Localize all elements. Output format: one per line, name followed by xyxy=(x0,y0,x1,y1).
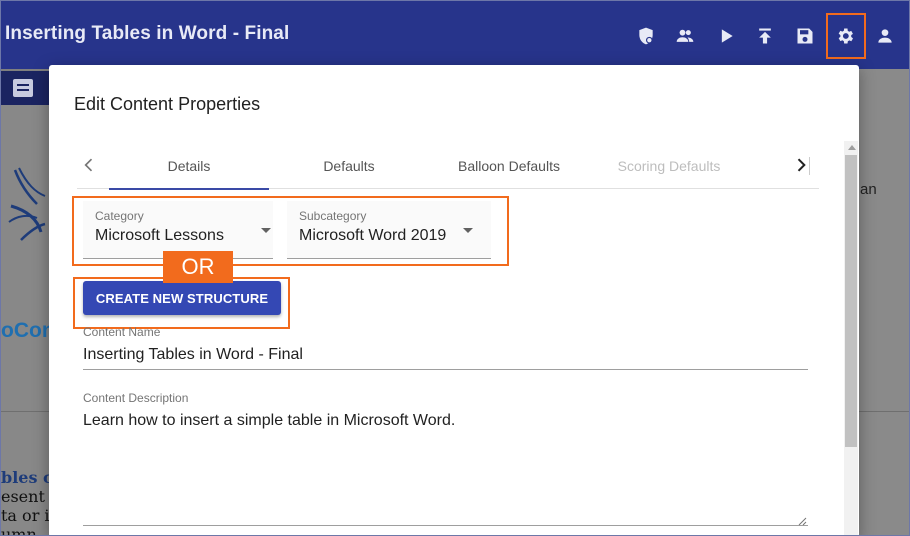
create-new-structure-button[interactable]: CREATE NEW STRUCTURE xyxy=(83,281,281,315)
app-title: Inserting Tables in Word - Final xyxy=(5,23,290,44)
scrollbar-thumb[interactable] xyxy=(845,155,857,447)
shield-lock-icon[interactable] xyxy=(635,25,657,47)
edit-content-properties-dialog: Edit Content Properties Details Defaults… xyxy=(49,65,859,535)
tab-scoring-defaults: Scoring Defaults xyxy=(617,158,721,174)
account-icon[interactable] xyxy=(874,25,896,47)
upload-icon[interactable] xyxy=(754,25,776,47)
tab-balloon-defaults[interactable]: Balloon Defaults xyxy=(429,143,589,189)
secondary-toolbar xyxy=(1,71,49,105)
users-icon[interactable] xyxy=(674,25,696,47)
document-icon[interactable] xyxy=(13,79,33,97)
settings-highlight-box xyxy=(826,13,866,59)
content-name-label: Content Name xyxy=(83,325,161,339)
content-description-textarea[interactable]: Learn how to insert a simple table in Mi… xyxy=(83,412,455,430)
content-description-label: Content Description xyxy=(83,391,189,405)
chevron-left-icon[interactable] xyxy=(77,153,101,177)
content-name-input[interactable]: Inserting Tables in Word - Final xyxy=(83,346,303,364)
tab-bar: Details Defaults Balloon Defaults Scorin… xyxy=(77,143,819,190)
or-badge: OR xyxy=(163,251,233,283)
scroll-up-arrow-icon[interactable] xyxy=(848,145,856,150)
company-logo xyxy=(7,166,47,256)
chevron-right-icon[interactable] xyxy=(789,153,813,177)
app-bar: Inserting Tables in Word - Final xyxy=(1,1,909,69)
app-window: Inserting Tables in Word - Final oCon bl… xyxy=(0,0,910,536)
tab-defaults[interactable]: Defaults xyxy=(269,143,429,189)
category-highlight-box xyxy=(72,196,509,266)
content-name-underline xyxy=(83,369,808,370)
background-divider xyxy=(859,411,909,412)
background-right-text: an xyxy=(860,181,877,198)
background-text-line: bles c xyxy=(1,468,53,487)
background-company-name: oCon xyxy=(1,319,55,342)
background-text-line: umn xyxy=(1,525,37,536)
background-divider xyxy=(1,411,49,412)
play-icon[interactable] xyxy=(715,25,737,47)
dialog-title: Edit Content Properties xyxy=(74,94,261,114)
content-description-underline xyxy=(83,525,808,526)
background-text-line: ta or i xyxy=(1,506,50,525)
tab-details[interactable]: Details xyxy=(109,143,269,190)
background-right-pane xyxy=(859,69,909,535)
resize-grip-icon[interactable] xyxy=(797,513,807,526)
save-icon[interactable] xyxy=(794,25,816,47)
